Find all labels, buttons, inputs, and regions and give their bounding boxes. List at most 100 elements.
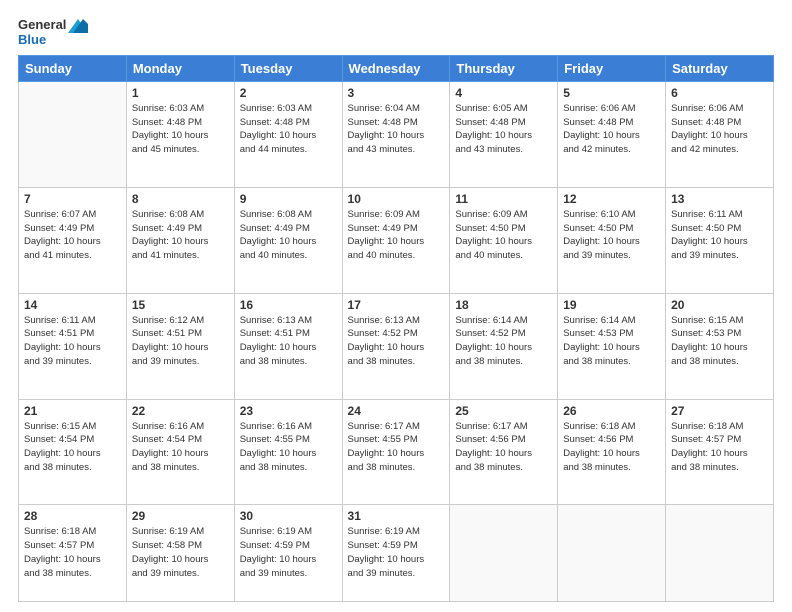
calendar-cell: 18 Sunrise: 6:14 AM Sunset: 4:52 PM Dayli… [450,293,558,399]
weekday-header-tuesday: Tuesday [234,55,342,81]
calendar-cell: 7Sunrise: 6:07 AM Sunset: 4:49 PM Daylig… [19,187,127,293]
day-number: 29 [132,509,229,523]
calendar-cell: 3 Sunrise: 6:04 AM Sunset: 4:48 PM Daylig… [342,81,450,187]
day-number: 6 [671,86,768,100]
day-info: Sunrise: 6:03 AM Sunset: 4:48 PM Dayligh… [132,102,229,157]
day-number: 9 [240,192,337,206]
day-number: 17 [348,298,445,312]
day-info: Sunrise: 6:14 AM Sunset: 4:52 PM Dayligh… [455,314,552,369]
week-row-1: 1 Sunrise: 6:03 AM Sunset: 4:48 PM Daylig… [19,81,774,187]
weekday-header-friday: Friday [558,55,666,81]
calendar-cell: 9Sunrise: 6:08 AM Sunset: 4:49 PM Daylig… [234,187,342,293]
weekday-header-row: SundayMondayTuesdayWednesdayThursdayFrid… [19,55,774,81]
calendar-cell: 27Sunrise: 6:18 AM Sunset: 4:57 PM Dayli… [666,399,774,505]
calendar-cell: 19 Sunrise: 6:14 AM Sunset: 4:53 PM Dayli… [558,293,666,399]
day-number: 22 [132,404,229,418]
calendar-cell: 15 Sunrise: 6:12 AM Sunset: 4:51 PM Dayli… [126,293,234,399]
day-info: Sunrise: 6:06 AM Sunset: 4:48 PM Dayligh… [671,102,768,157]
day-number: 4 [455,86,552,100]
calendar-cell: 5Sunrise: 6:06 AM Sunset: 4:48 PM Daylig… [558,81,666,187]
calendar-cell: 13 Sunrise: 6:11 AM Sunset: 4:50 PM Dayli… [666,187,774,293]
day-info: Sunrise: 6:14 AM Sunset: 4:53 PM Dayligh… [563,314,660,369]
day-number: 15 [132,298,229,312]
calendar-cell: 28 Sunrise: 6:18 AM Sunset: 4:57 PM Dayli… [19,505,127,602]
day-number: 8 [132,192,229,206]
week-row-3: 14 Sunrise: 6:11 AM Sunset: 4:51 PM Dayli… [19,293,774,399]
day-number: 19 [563,298,660,312]
header: General Blue [18,18,774,47]
day-number: 25 [455,404,552,418]
day-info: Sunrise: 6:18 AM Sunset: 4:57 PM Dayligh… [24,525,121,580]
day-info: Sunrise: 6:19 AM Sunset: 4:59 PM Dayligh… [240,525,337,580]
calendar-cell: 21Sunrise: 6:15 AM Sunset: 4:54 PM Dayli… [19,399,127,505]
day-info: Sunrise: 6:18 AM Sunset: 4:57 PM Dayligh… [671,420,768,475]
day-number: 23 [240,404,337,418]
calendar-cell: 6 Sunrise: 6:06 AM Sunset: 4:48 PM Daylig… [666,81,774,187]
weekday-header-sunday: Sunday [19,55,127,81]
day-number: 3 [348,86,445,100]
page: General Blue SundayMondayTuesdayWednesda… [0,0,792,612]
day-info: Sunrise: 6:17 AM Sunset: 4:55 PM Dayligh… [348,420,445,475]
day-number: 31 [348,509,445,523]
day-info: Sunrise: 6:13 AM Sunset: 4:51 PM Dayligh… [240,314,337,369]
logo-general: General [18,18,88,33]
calendar-cell: 23 Sunrise: 6:16 AM Sunset: 4:55 PM Dayli… [234,399,342,505]
calendar-cell: 12 Sunrise: 6:10 AM Sunset: 4:50 PM Dayli… [558,187,666,293]
calendar-cell [558,505,666,602]
day-info: Sunrise: 6:09 AM Sunset: 4:49 PM Dayligh… [348,208,445,263]
calendar-cell: 25Sunrise: 6:17 AM Sunset: 4:56 PM Dayli… [450,399,558,505]
day-number: 18 [455,298,552,312]
day-info: Sunrise: 6:11 AM Sunset: 4:50 PM Dayligh… [671,208,768,263]
calendar-cell [450,505,558,602]
calendar-cell: 24 Sunrise: 6:17 AM Sunset: 4:55 PM Dayli… [342,399,450,505]
weekday-header-saturday: Saturday [666,55,774,81]
day-number: 26 [563,404,660,418]
calendar-cell: 29 Sunrise: 6:19 AM Sunset: 4:58 PM Dayli… [126,505,234,602]
day-number: 20 [671,298,768,312]
calendar-cell: 11 Sunrise: 6:09 AM Sunset: 4:50 PM Dayli… [450,187,558,293]
calendar-cell [19,81,127,187]
day-info: Sunrise: 6:05 AM Sunset: 4:48 PM Dayligh… [455,102,552,157]
day-number: 14 [24,298,121,312]
day-number: 11 [455,192,552,206]
day-info: Sunrise: 6:09 AM Sunset: 4:50 PM Dayligh… [455,208,552,263]
calendar-cell: 22 Sunrise: 6:16 AM Sunset: 4:54 PM Dayli… [126,399,234,505]
calendar-cell: 30 Sunrise: 6:19 AM Sunset: 4:59 PM Dayli… [234,505,342,602]
day-info: Sunrise: 6:19 AM Sunset: 4:58 PM Dayligh… [132,525,229,580]
day-info: Sunrise: 6:11 AM Sunset: 4:51 PM Dayligh… [24,314,121,369]
day-info: Sunrise: 6:16 AM Sunset: 4:54 PM Dayligh… [132,420,229,475]
day-number: 12 [563,192,660,206]
day-number: 13 [671,192,768,206]
day-number: 1 [132,86,229,100]
calendar-cell: 14 Sunrise: 6:11 AM Sunset: 4:51 PM Dayli… [19,293,127,399]
day-info: Sunrise: 6:06 AM Sunset: 4:48 PM Dayligh… [563,102,660,157]
weekday-header-thursday: Thursday [450,55,558,81]
day-info: Sunrise: 6:19 AM Sunset: 4:59 PM Dayligh… [348,525,445,580]
day-number: 16 [240,298,337,312]
calendar-table: SundayMondayTuesdayWednesdayThursdayFrid… [18,55,774,602]
day-info: Sunrise: 6:08 AM Sunset: 4:49 PM Dayligh… [132,208,229,263]
day-info: Sunrise: 6:15 AM Sunset: 4:53 PM Dayligh… [671,314,768,369]
day-number: 30 [240,509,337,523]
logo-blue: Blue [18,33,46,47]
calendar-cell: 26Sunrise: 6:18 AM Sunset: 4:56 PM Dayli… [558,399,666,505]
calendar-cell: 31 Sunrise: 6:19 AM Sunset: 4:59 PM Dayli… [342,505,450,602]
day-number: 28 [24,509,121,523]
day-info: Sunrise: 6:12 AM Sunset: 4:51 PM Dayligh… [132,314,229,369]
day-info: Sunrise: 6:04 AM Sunset: 4:48 PM Dayligh… [348,102,445,157]
day-info: Sunrise: 6:16 AM Sunset: 4:55 PM Dayligh… [240,420,337,475]
week-row-2: 7Sunrise: 6:07 AM Sunset: 4:49 PM Daylig… [19,187,774,293]
day-info: Sunrise: 6:10 AM Sunset: 4:50 PM Dayligh… [563,208,660,263]
calendar-cell: 20 Sunrise: 6:15 AM Sunset: 4:53 PM Dayli… [666,293,774,399]
day-number: 24 [348,404,445,418]
day-number: 7 [24,192,121,206]
day-number: 2 [240,86,337,100]
weekday-header-wednesday: Wednesday [342,55,450,81]
calendar-cell: 16 Sunrise: 6:13 AM Sunset: 4:51 PM Dayli… [234,293,342,399]
day-info: Sunrise: 6:15 AM Sunset: 4:54 PM Dayligh… [24,420,121,475]
calendar-cell: 4 Sunrise: 6:05 AM Sunset: 4:48 PM Daylig… [450,81,558,187]
week-row-5: 28 Sunrise: 6:18 AM Sunset: 4:57 PM Dayli… [19,505,774,602]
calendar-cell: 17Sunrise: 6:13 AM Sunset: 4:52 PM Dayli… [342,293,450,399]
day-info: Sunrise: 6:03 AM Sunset: 4:48 PM Dayligh… [240,102,337,157]
calendar-cell: 2 Sunrise: 6:03 AM Sunset: 4:48 PM Daylig… [234,81,342,187]
